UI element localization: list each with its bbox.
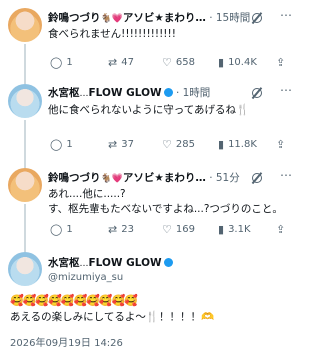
tweet-header: 鈴鳴つづり🐐💗アソビ★まわり… · 15時間 [48,11,278,25]
avatar[interactable] [8,252,42,286]
retweet-icon: ⇄ [108,138,118,151]
post-date[interactable]: 2026年09月19日 14:26 [10,334,123,349]
retweet-button[interactable]: ⇄ 37 [108,138,134,152]
tweet-text: 他に食べられないように守ってあげるね🍴 [48,104,250,116]
reply-button[interactable]: ◯ 1 [50,138,73,152]
verified-icon [163,258,173,267]
reply-icon: ◯ [50,223,63,236]
tweet-text-line-1: あれ....他に.....? [48,188,126,200]
name-emoji: … [79,259,89,269]
grok-icon[interactable] [252,173,262,183]
reply-button[interactable]: ◯ 1 [50,56,73,70]
more-icon[interactable]: ⋯ [280,8,292,22]
verified-icon [163,88,173,97]
like-button[interactable]: ♡ 658 [162,56,195,70]
display-name[interactable]: 水宮枢 [48,257,80,269]
avatar[interactable] [8,84,42,118]
like-icon: ♡ [162,56,172,69]
share-button[interactable]: ⇪ [276,223,285,237]
tweet-text-line-2: す、枢先輩もたべないですよね...?つづりのこと。 [48,203,283,215]
reply-icon: ◯ [50,56,63,69]
retweet-button[interactable]: ⇄ 47 [108,56,134,70]
share-icon: ⇪ [276,56,286,69]
display-name-tag[interactable]: アソビ★まわり… [123,172,206,184]
retweet-button[interactable]: ⇄ 23 [108,223,134,237]
more-icon[interactable]: ⋯ [280,168,292,182]
timestamp[interactable]: · 1時間 [176,87,210,99]
views-icon: ▮ [218,223,225,236]
post-text: あえるの楽しみにしてるよ〜🍴！！！！🫶 [10,311,215,323]
share-button[interactable]: ⇪ [276,138,285,152]
more-icon[interactable]: ⋯ [280,83,292,97]
tweet-text: 食べられません!!!!!!!!!!!!! [48,28,176,40]
display-name[interactable]: 鈴鳴つづり [48,12,101,24]
timestamp[interactable]: · 51分 [209,172,240,184]
share-icon: ⇪ [276,223,286,236]
display-name-tag[interactable]: アソビ★まわり… [123,12,206,24]
avatar[interactable] [8,8,42,42]
thread-line [24,204,26,252]
grok-icon[interactable] [252,13,262,23]
reply-button[interactable]: ◯ 1 [50,223,73,237]
handle[interactable]: @mizumiya_su [48,271,278,285]
views-button[interactable]: ▮ 10.4K [218,56,257,70]
tweet-actions: ◯ 1 ⇄ 23 ♡ 169 ▮ 3.1K ⇪ [48,223,292,237]
like-button[interactable]: ♡ 169 [162,223,195,237]
share-button[interactable]: ⇪ [276,56,285,70]
thread-line [24,120,26,168]
share-icon: ⇪ [276,138,286,151]
reply-icon: ◯ [50,138,63,151]
tweet-header: 鈴鳴つづり🐐💗アソビ★まわり… · 51分 [48,171,278,185]
display-name-tag[interactable]: FLOW GLOW [89,257,162,269]
views-icon: ▮ [218,138,225,151]
tweet-actions: ◯ 1 ⇄ 47 ♡ 658 ▮ 10.4K ⇪ [48,56,292,70]
tweet-header: 水宮枢…FLOW GLOW [48,256,278,270]
retweet-icon: ⇄ [108,56,118,69]
views-icon: ▮ [218,56,225,69]
like-icon: ♡ [162,138,172,151]
tweet-header: 水宮枢…FLOW GLOW · 1時間 [48,86,278,100]
name-emoji: 🐐💗 [100,174,123,184]
like-button[interactable]: ♡ 285 [162,138,195,152]
display-name-tag[interactable]: FLOW GLOW [89,87,162,99]
retweet-icon: ⇄ [108,223,118,236]
display-name[interactable]: 鈴鳴つづり [48,172,101,184]
tweet-actions: ◯ 1 ⇄ 37 ♡ 285 ▮ 11.8K ⇪ [48,138,292,152]
like-icon: ♡ [162,223,172,236]
thread-line [24,44,26,84]
views-button[interactable]: ▮ 11.8K [218,138,257,152]
emoji-row: 🥰🥰🥰🥰🥰🥰🥰🥰🥰🥰 [10,294,138,307]
avatar[interactable] [8,168,42,202]
views-button[interactable]: ▮ 3.1K [218,223,251,237]
name-emoji: … [79,89,89,99]
name-emoji: 🐐💗 [100,14,123,24]
timestamp[interactable]: · 15時間 [209,12,250,24]
display-name[interactable]: 水宮枢 [48,87,80,99]
grok-icon[interactable] [252,88,262,98]
